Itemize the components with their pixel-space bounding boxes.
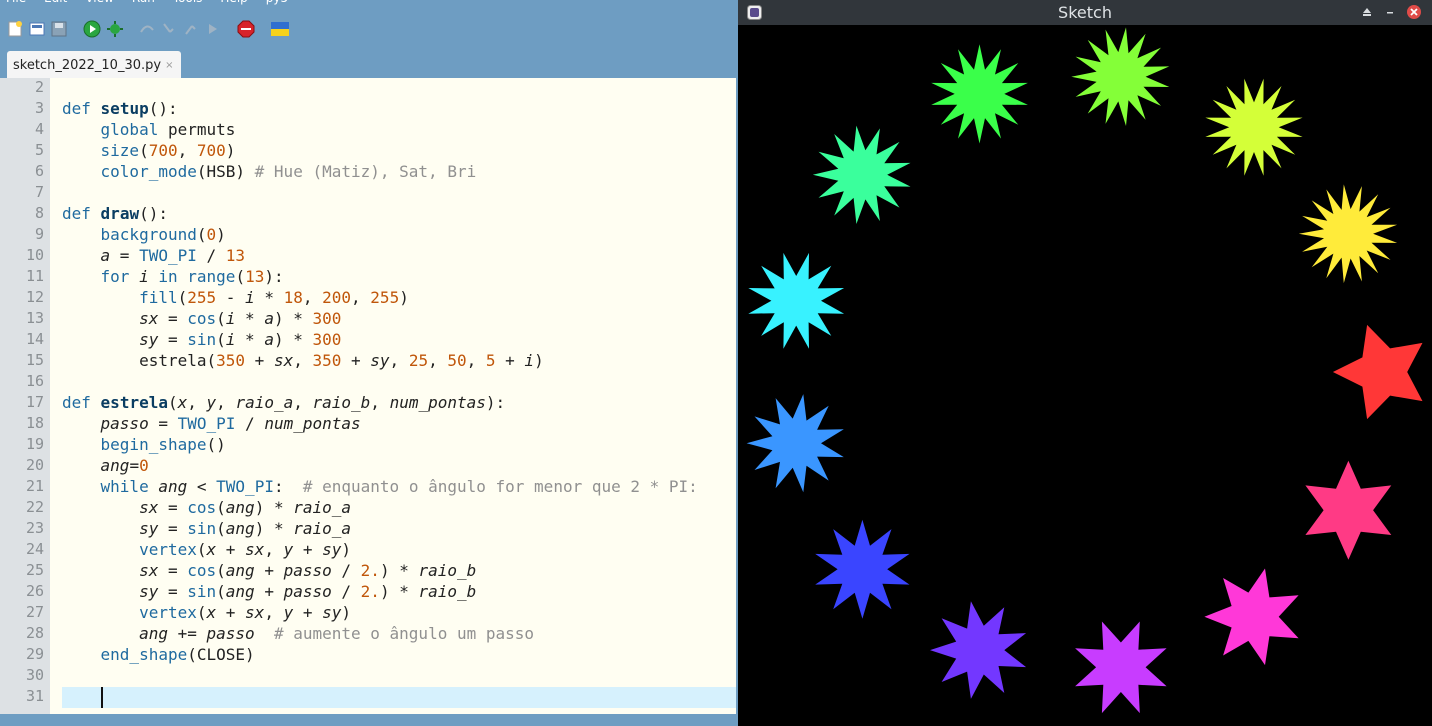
line-number: 12 <box>25 288 44 306</box>
line-number: 16 <box>25 372 44 390</box>
code-line: vertex(x + sx, y + sy) <box>139 540 352 559</box>
tab-sketch-file[interactable]: sketch_2022_10_30.py × <box>7 51 182 79</box>
tab-close-icon[interactable]: × <box>165 60 173 71</box>
open-file-icon[interactable] <box>28 20 46 38</box>
step-out-icon <box>182 20 200 38</box>
line-number: 24 <box>25 540 44 558</box>
menu-item-tools[interactable]: Tools <box>173 0 203 5</box>
line-number: 29 <box>25 645 44 663</box>
code-line: def draw(): <box>62 204 168 223</box>
code-line: color_mode(HSB) # Hue (Matiz), Sat, Bri <box>100 162 477 181</box>
line-number: 26 <box>25 582 44 600</box>
line-number: 19 <box>25 435 44 453</box>
line-number: 3 <box>34 99 44 117</box>
code-line: vertex(x + sx, y + sy) <box>139 603 352 622</box>
step-into-icon <box>160 20 178 38</box>
current-line-highlight <box>62 687 736 708</box>
line-number: 22 <box>25 498 44 516</box>
line-number: 5 <box>34 141 44 159</box>
toolbar <box>0 14 738 46</box>
keep-above-icon[interactable] <box>1359 4 1375 20</box>
minimize-icon[interactable] <box>1382 4 1398 20</box>
line-number: 27 <box>25 603 44 621</box>
line-number: 7 <box>34 183 44 201</box>
resume-icon <box>204 20 222 38</box>
line-number: 17 <box>25 393 44 411</box>
line-number: 21 <box>25 477 44 495</box>
line-number: 15 <box>25 351 44 369</box>
code-line: sx = cos(ang) * raio_a <box>139 498 352 517</box>
line-number: 28 <box>25 624 44 642</box>
line-number: 13 <box>25 309 44 327</box>
code-line: estrela(350 + sx, 350 + sy, 25, 50, 5 + … <box>62 351 544 370</box>
code-line: ang=0 <box>100 456 149 475</box>
line-number: 11 <box>25 267 44 285</box>
code-line: sx = cos(ang + passo / 2.) * raio_b <box>139 561 477 580</box>
code-line: background(0) <box>100 225 226 244</box>
code-line: begin_shape() <box>100 435 226 454</box>
ukraine-flag-icon <box>271 20 289 38</box>
code-line: fill(255 - i * 18, 200, 255) <box>139 288 409 307</box>
stop-icon[interactable] <box>237 20 255 38</box>
code-line: end_shape(CLOSE) <box>100 645 255 664</box>
menu-item-view[interactable]: View <box>85 0 113 5</box>
menu-item-py5[interactable]: py5 <box>266 0 288 5</box>
code-line: ang += passo # aumente o ângulo um passo <box>139 624 535 643</box>
debug-icon[interactable] <box>106 20 124 38</box>
line-number: 4 <box>34 120 44 138</box>
line-number: 31 <box>25 687 44 705</box>
code-line: def setup(): <box>62 99 178 118</box>
code-editor[interactable]: 2 3 4 5 6 7 8 9 10 11 12 13 14 15 16 17 18 19 20 21 22 23 24 25… <box>0 78 736 714</box>
window-titlebar[interactable]: Sketch <box>738 0 1432 25</box>
code-line: sy = sin(i * a) * 300 <box>139 330 342 349</box>
code-line: sy = sin(ang + passo / 2.) * raio_b <box>139 582 477 601</box>
menu-item-help[interactable]: Help <box>220 0 247 5</box>
line-number: 30 <box>25 666 44 684</box>
code-line: sx = cos(i * a) * 300 <box>139 309 342 328</box>
line-number: 6 <box>34 162 44 180</box>
close-window-icon[interactable] <box>1406 4 1422 20</box>
thonny-window: File Edit View Run Tools Help py5 <box>0 0 738 726</box>
canvas-background <box>738 25 1432 726</box>
line-number: 18 <box>25 414 44 432</box>
sketch-window: Sketch <box>738 0 1432 726</box>
line-number-gutter: 2 3 4 5 6 7 8 9 10 11 12 13 14 15 16 17 18 19 20 21 22 23 24 25… <box>0 78 50 714</box>
line-number: 25 <box>25 561 44 579</box>
menu-item-edit[interactable]: Edit <box>44 0 67 5</box>
tab-label: sketch_2022_10_30.py <box>13 57 162 73</box>
line-number: 8 <box>34 204 44 222</box>
new-file-icon[interactable] <box>6 20 24 38</box>
menu-bar: File Edit View Run Tools Help py5 <box>0 0 738 5</box>
editor-bottom-border <box>0 714 738 726</box>
save-file-icon[interactable] <box>50 20 68 38</box>
code-line: passo = TWO_PI / num_pontas <box>100 414 361 433</box>
code-line: a = TWO_PI / 13 <box>100 246 246 265</box>
step-over-icon <box>138 20 156 38</box>
tab-bar: sketch_2022_10_30.py × <box>0 46 738 79</box>
line-number: 23 <box>25 519 44 537</box>
line-number: 14 <box>25 330 44 348</box>
code-line: global permuts <box>100 120 236 139</box>
line-number: 10 <box>25 246 44 264</box>
line-number: 2 <box>34 78 44 96</box>
menu-item-file[interactable]: File <box>6 0 26 5</box>
code-line: while ang < TWO_PI: # enquanto o ângulo … <box>100 477 698 496</box>
code-line: sy = sin(ang) * raio_a <box>139 519 352 538</box>
line-number: 9 <box>34 225 44 243</box>
run-icon[interactable] <box>83 20 101 38</box>
text-cursor <box>101 687 103 708</box>
window-title: Sketch <box>1058 3 1112 22</box>
menu-item-run[interactable]: Run <box>132 0 155 5</box>
sketch-canvas[interactable] <box>738 25 1432 726</box>
code-line: size(700, 700) <box>100 141 236 160</box>
code-line: def estrela(x, y, raio_a, raio_b, num_po… <box>62 393 506 412</box>
line-number: 20 <box>25 456 44 474</box>
code-line: for i in range(13): <box>100 267 284 286</box>
